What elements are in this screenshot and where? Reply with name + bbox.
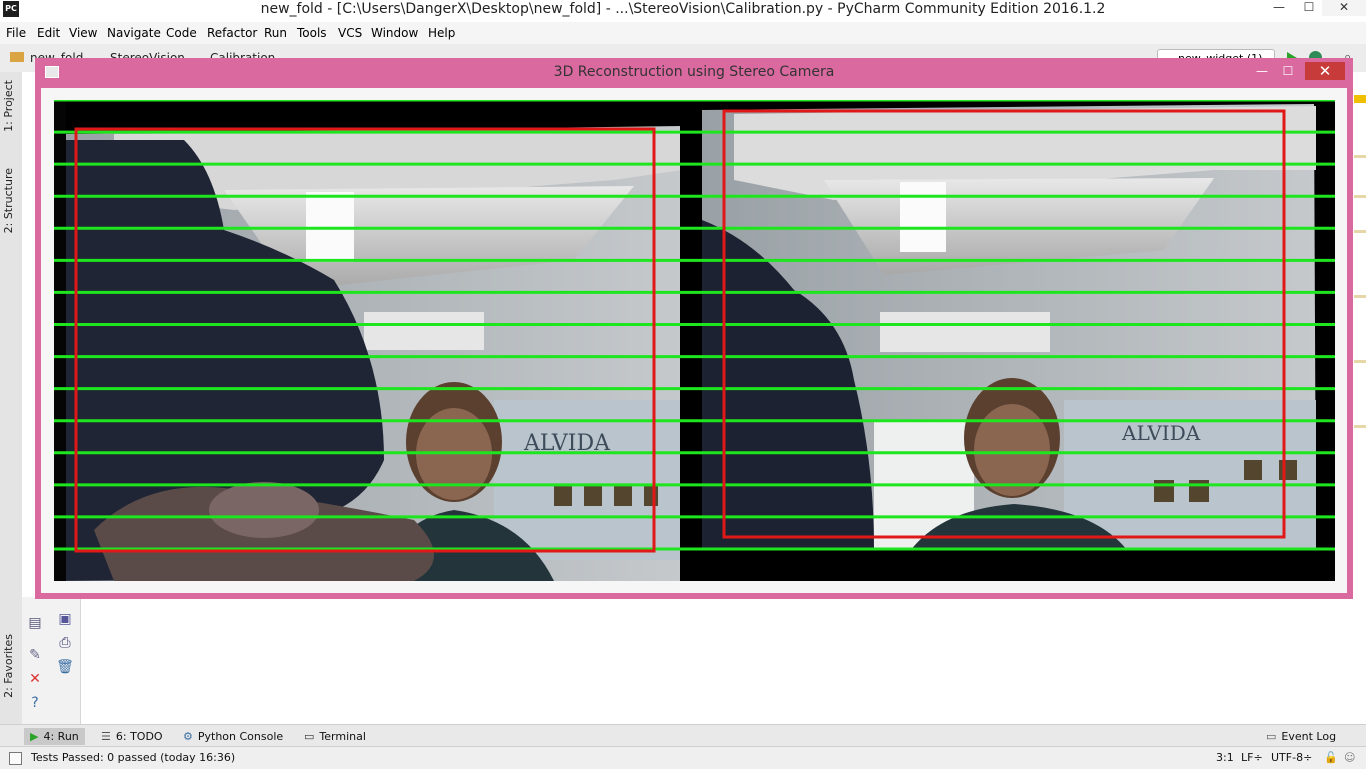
close-icon[interactable]: ✕: [26, 671, 44, 687]
cv-maximize-button[interactable]: ☐: [1279, 62, 1297, 80]
trash-icon[interactable]: 🗑: [56, 659, 74, 675]
menu-navigate[interactable]: Navigate: [107, 26, 161, 40]
menu-vcs[interactable]: VCS: [338, 26, 362, 40]
tab-structure[interactable]: 2: Structure: [2, 168, 15, 233]
menu-tools[interactable]: Tools: [297, 26, 327, 40]
tab-terminal-label: Terminal: [319, 730, 366, 743]
menu-code[interactable]: Code: [166, 26, 197, 40]
file-encoding[interactable]: UTF-8÷: [1271, 751, 1312, 764]
terminal-icon: ▭: [304, 730, 315, 743]
status-bar: Tests Passed: 0 passed (today 16:36) 3:1…: [0, 746, 1366, 769]
left-tool-window-strip: 1: Project 2: Structure 2: Favorites: [0, 72, 23, 724]
cv-close-button[interactable]: ✕: [1305, 62, 1345, 80]
pin-icon[interactable]: ✎: [26, 647, 44, 663]
cv-window-title: 3D Reconstruction using Stereo Camera: [553, 64, 835, 80]
menu-bar: File Edit View Navigate Code Refactor Ru…: [0, 22, 1366, 44]
cv-minimize-button[interactable]: —: [1253, 62, 1271, 80]
status-message[interactable]: Tests Passed: 0 passed (today 16:36): [31, 751, 235, 764]
help-icon[interactable]: ?: [26, 695, 44, 711]
tab-todo[interactable]: ☰ 6: TODO: [101, 728, 163, 745]
run-output-panel[interactable]: [22, 597, 1366, 724]
right-camera-image: ALVIDA: [702, 104, 1335, 581]
tab-terminal[interactable]: ▭ Terminal: [304, 728, 366, 745]
run-toolbar: ▤ ▣ ⎙ ✎ 🗑 ✕ ?: [22, 597, 81, 724]
event-log-icon: ▭: [1266, 730, 1277, 743]
event-log-label: Event Log: [1281, 730, 1337, 743]
menu-file[interactable]: File: [6, 26, 26, 40]
left-camera-image: ALVIDA: [54, 100, 682, 581]
python-console-icon: ⚙: [183, 730, 193, 743]
menu-edit[interactable]: Edit: [37, 26, 60, 40]
stereo-image-svg: ALVIDA ALVIDA: [54, 100, 1335, 581]
menu-run[interactable]: Run: [264, 26, 287, 40]
tab-run-label: 4: Run: [43, 730, 79, 743]
caret-position[interactable]: 3:1: [1216, 751, 1234, 764]
editor-error-stripe: [1352, 95, 1366, 525]
line-separator[interactable]: LF÷: [1241, 751, 1263, 764]
ide-close-button[interactable]: ✕: [1322, 0, 1366, 16]
inspector-icon[interactable]: ☺: [1344, 751, 1355, 764]
cv-client-area: ALVIDA ALVIDA: [41, 88, 1347, 593]
tool-window-toggle-icon[interactable]: [9, 752, 22, 765]
tab-python-console-label: Python Console: [197, 730, 284, 743]
soft-wrap-icon[interactable]: ▣: [56, 611, 74, 627]
tab-favorites[interactable]: 2: Favorites: [2, 634, 15, 698]
rectified-stereo-image: ALVIDA ALVIDA: [54, 100, 1335, 581]
menu-window[interactable]: Window: [371, 26, 418, 40]
tab-project[interactable]: 1: Project: [2, 80, 15, 132]
tab-run[interactable]: ▶ 4: Run: [24, 728, 85, 745]
menu-view[interactable]: View: [69, 26, 97, 40]
folder-icon: [10, 52, 24, 62]
layout-icon[interactable]: ▤: [26, 615, 44, 631]
todo-icon: ☰: [101, 730, 111, 743]
run-icon: ▶: [30, 730, 39, 743]
menu-help[interactable]: Help: [428, 26, 455, 40]
tab-todo-label: 6: TODO: [115, 730, 163, 743]
ide-minimize-button[interactable]: —: [1262, 0, 1296, 16]
ide-maximize-button[interactable]: ☐: [1296, 0, 1322, 16]
bottom-tool-tabs: ▶ 4: Run ☰ 6: TODO ⚙ Python Console ▭ Termin…: [0, 724, 1366, 747]
cv-window-titlebar[interactable]: 3D Reconstruction using Stereo Camera — …: [35, 58, 1353, 86]
ide-titlebar: PC new_fold - [C:\Users\DangerX\Desktop\…: [0, 0, 1366, 22]
banner-text-right: ALVIDA: [1121, 421, 1201, 445]
menu-refactor[interactable]: Refactor: [207, 26, 257, 40]
ide-window-title: new_fold - [C:\Users\DangerX\Desktop\new…: [260, 1, 1106, 17]
tab-python-console[interactable]: ⚙ Python Console: [183, 728, 283, 745]
event-log-button[interactable]: ▭ Event Log: [1266, 728, 1336, 745]
lock-icon[interactable]: 🔓: [1324, 751, 1338, 764]
stereo-reconstruction-window: 3D Reconstruction using Stereo Camera — …: [35, 58, 1353, 599]
print-icon[interactable]: ⎙: [56, 635, 74, 651]
